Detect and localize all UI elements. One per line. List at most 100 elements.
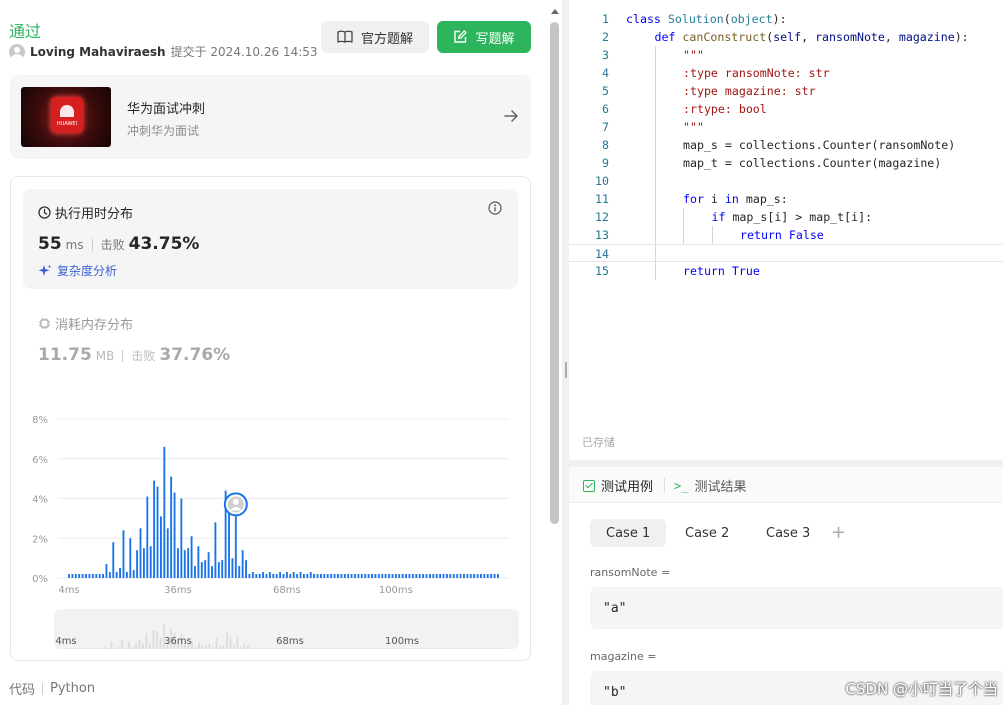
overview-bar bbox=[474, 648, 477, 649]
overview-bar bbox=[310, 648, 312, 649]
code-line[interactable]: 14 bbox=[569, 244, 1003, 263]
code-line[interactable]: 9 map_t = collections.Counter(magazine) bbox=[569, 154, 1003, 172]
code-token: if bbox=[711, 210, 726, 224]
code-line[interactable]: 6:rtype: bool bbox=[569, 100, 1003, 118]
chart-bar bbox=[394, 574, 397, 578]
indent-guide bbox=[654, 190, 656, 208]
chart-bar bbox=[411, 574, 414, 578]
overview-bar bbox=[138, 639, 141, 649]
overview-bar bbox=[436, 648, 438, 649]
overview-bar bbox=[142, 643, 144, 649]
code-editor[interactable]: 1 class Solution(object): 2 def canConstruc… bbox=[569, 0, 1003, 460]
overview-bar bbox=[145, 633, 148, 649]
chart-bar bbox=[85, 574, 87, 578]
add-case-icon[interactable]: + bbox=[831, 522, 846, 543]
line-number: 8 bbox=[602, 138, 609, 152]
scroll-up-arrow-icon[interactable] bbox=[551, 9, 559, 14]
tab-test-result[interactable]: >_ 测试结果 bbox=[674, 476, 746, 496]
overview-bar bbox=[261, 648, 263, 649]
overview-bar bbox=[107, 647, 109, 649]
line-number: 15 bbox=[595, 264, 609, 278]
write-solution-button[interactable]: 写题解 bbox=[437, 21, 531, 53]
chart-bar bbox=[272, 574, 275, 578]
chart-bar bbox=[268, 572, 271, 578]
chart-bar bbox=[68, 574, 70, 578]
overview-bar bbox=[355, 648, 358, 649]
code-line[interactable]: 15 return True bbox=[569, 262, 1003, 280]
tab-testcase[interactable]: 测试用例 bbox=[583, 476, 653, 495]
panel-splitter[interactable] bbox=[562, 0, 569, 705]
chart-bar bbox=[296, 574, 299, 578]
chart-bar bbox=[122, 530, 125, 578]
chart-bar bbox=[258, 574, 261, 578]
code-line[interactable]: 7 """ bbox=[569, 118, 1003, 136]
chart-bar bbox=[469, 574, 472, 578]
code-token: map_s = collections.Counter(ransomNote) bbox=[683, 138, 956, 152]
chart-bar bbox=[81, 574, 84, 578]
overview-bar bbox=[495, 648, 498, 649]
runtime-distribution-chart[interactable]: 0% 2% 4% 6% 8% 4ms 36ms 68ms 100ms 4ms 36ms 68ms 100… bbox=[11, 177, 532, 662]
scrollbar-thumb[interactable] bbox=[550, 22, 559, 524]
chart-bar bbox=[98, 574, 101, 578]
code-token: :type magazine: str bbox=[683, 84, 816, 98]
chart-bar bbox=[445, 574, 448, 578]
chart-bar bbox=[333, 574, 336, 578]
code-line[interactable]: 10 bbox=[569, 172, 1003, 190]
avatar[interactable] bbox=[9, 43, 25, 60]
overview-tick-label: 36ms bbox=[164, 636, 192, 647]
code-line[interactable]: 12 if map_s[i] > map_t[i]: bbox=[569, 208, 1003, 226]
code-text: :type ransomNote: str bbox=[683, 64, 830, 82]
overview-bar bbox=[450, 648, 452, 649]
author-name[interactable]: Loving Mahaviraesh bbox=[30, 45, 166, 59]
chart-bar bbox=[323, 574, 326, 578]
chart-bar bbox=[480, 574, 482, 578]
overview-bar bbox=[205, 645, 207, 649]
overview-bar bbox=[226, 632, 228, 649]
overview-bar bbox=[149, 642, 151, 649]
code-line[interactable]: 1 class Solution(object): bbox=[569, 10, 1003, 28]
indent-guide bbox=[683, 226, 684, 244]
overview-bar bbox=[390, 648, 393, 649]
code-line[interactable]: 13 return False bbox=[569, 226, 1003, 244]
chart-bar bbox=[459, 574, 462, 578]
case-tab-2[interactable]: Case 2 bbox=[669, 519, 745, 547]
case-tab-1[interactable]: Case 1 bbox=[590, 519, 667, 547]
chart-bar bbox=[194, 566, 196, 578]
ransomnote-input[interactable]: "a" bbox=[590, 587, 1003, 629]
code-line[interactable]: 4:type ransomNote: str bbox=[569, 64, 1003, 82]
overview-bar bbox=[394, 648, 396, 649]
code-line[interactable]: 11 for i in map_s: bbox=[569, 190, 1003, 208]
y-tick-label: 0% bbox=[32, 574, 48, 585]
chart-bar bbox=[78, 574, 81, 578]
chart-bar bbox=[112, 542, 115, 578]
x-tick-label: 4ms bbox=[58, 585, 79, 596]
code-text: if map_s[i] > map_t[i]: bbox=[712, 208, 873, 226]
case-tab-3[interactable]: Case 3 bbox=[750, 519, 826, 547]
code-line[interactable]: 2 def canConstruct(self, ransomNote, maga… bbox=[569, 28, 1003, 46]
code-line[interactable]: 8 map_s = collections.Counter(ransomNote) bbox=[569, 136, 1003, 154]
code-line[interactable]: 5:type magazine: str bbox=[569, 82, 1003, 100]
overview-bar bbox=[296, 647, 298, 649]
overview-bar bbox=[247, 645, 249, 649]
overview-bar bbox=[327, 648, 330, 649]
code-line[interactable]: 3 """ bbox=[569, 46, 1003, 64]
promo-card[interactable]: HUAWEI 华为面试冲刺 冲刺华为面试 bbox=[10, 75, 531, 159]
overview-bar bbox=[471, 648, 473, 649]
indent-guide bbox=[654, 208, 656, 226]
chart-bar bbox=[153, 480, 156, 578]
overview-bar bbox=[397, 648, 400, 649]
splitter-handle-icon[interactable] bbox=[565, 362, 567, 378]
submission-detail-panel: 通过 Loving Mahaviraesh 提交于 2024.10.26 14:… bbox=[0, 0, 562, 705]
code-token: map_t = collections.Counter(magazine) bbox=[683, 156, 942, 170]
chart-bar bbox=[425, 574, 428, 578]
chart-bar bbox=[71, 574, 74, 578]
overview-bar bbox=[387, 648, 389, 649]
code-token: self bbox=[773, 30, 802, 44]
code-label: 代码 bbox=[9, 683, 36, 698]
code-lines[interactable]: 1 class Solution(object): 2 def canConstruc… bbox=[569, 10, 1003, 280]
overview-bar bbox=[198, 642, 200, 649]
overview-bar bbox=[131, 647, 134, 649]
official-solution-button[interactable]: 官方题解 bbox=[321, 21, 429, 53]
overview-bar bbox=[68, 648, 71, 649]
chart-bar bbox=[156, 486, 159, 578]
